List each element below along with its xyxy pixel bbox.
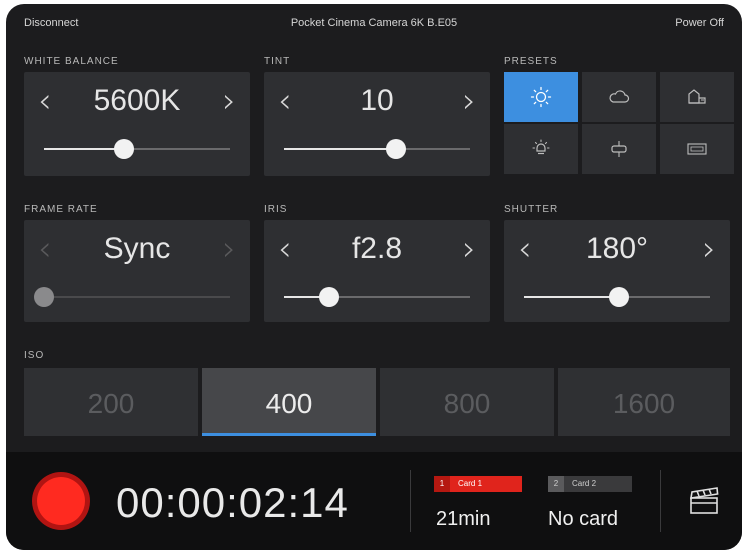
card1-number: 1 <box>434 476 450 492</box>
shade-icon <box>688 89 706 104</box>
white-balance-slider[interactable] <box>44 139 230 159</box>
preset-daylight-button[interactable] <box>504 72 578 122</box>
shutter-label: SHUTTER <box>504 204 559 215</box>
card2-name: Card 2 <box>572 479 597 488</box>
sun-icon <box>530 86 552 108</box>
iris-label: IRIS <box>264 204 288 215</box>
record-button[interactable] <box>32 472 90 530</box>
divider <box>660 470 661 532</box>
tungsten-icon <box>532 139 550 155</box>
frame-rate-label: FRAME RATE <box>24 204 98 215</box>
fluorescent-icon <box>611 141 627 157</box>
iso-option-label: 200 <box>87 388 135 419</box>
preset-shade-button[interactable] <box>660 72 734 122</box>
iris-value: f2.8 <box>351 232 403 265</box>
tint-slider-knob[interactable] <box>385 139 406 159</box>
shutter-slider-fill <box>524 296 619 298</box>
shutter-value: 180° <box>585 232 649 265</box>
iso-option-label: 1600 <box>612 388 676 419</box>
white-balance-panel: ‹ 5600K › <box>24 72 250 176</box>
card1-name: Card 1 <box>458 479 483 488</box>
iso-selected-indicator <box>202 433 376 436</box>
presets-label: PRESETS <box>504 56 558 67</box>
shutter-slider-knob[interactable] <box>608 287 629 307</box>
iso-option-200[interactable]: 200 <box>24 368 198 436</box>
card2-badge: 2 Card 2 <box>548 476 632 492</box>
iris-panel: ‹ f2.8 › <box>264 220 490 322</box>
shutter-slider[interactable] <box>524 287 710 307</box>
frame-rate-slider-knob[interactable] <box>34 287 54 307</box>
cloud-icon <box>609 90 630 103</box>
frame-rate-value: Sync <box>103 232 171 265</box>
iso-label: ISO <box>24 350 45 361</box>
tint-panel: ‹ 10 › <box>264 72 490 176</box>
white-balance-value: 5600K <box>93 84 181 117</box>
preset-custom-button[interactable] <box>660 124 734 174</box>
custom-wb-icon <box>687 143 707 155</box>
card2-number: 2 <box>548 476 564 492</box>
white-balance-label: WHITE BALANCE <box>24 56 119 67</box>
preset-tungsten-button[interactable] <box>504 124 578 174</box>
card1-badge: 1 Card 1 <box>434 476 522 492</box>
preset-cloudy-button[interactable] <box>582 72 656 122</box>
divider <box>410 470 411 532</box>
iso-option-label: 400 <box>265 388 313 419</box>
tint-value: 10 <box>360 84 394 117</box>
card1-remaining: 21min <box>436 508 491 530</box>
iris-increase-button[interactable]: › <box>462 232 476 266</box>
iso-option-label: 800 <box>443 388 491 419</box>
tint-increase-button[interactable]: › <box>462 84 476 118</box>
iso-option-1600[interactable]: 1600 <box>558 368 730 436</box>
white-balance-slider-fill <box>44 148 124 150</box>
shutter-increase-button[interactable]: › <box>702 232 716 266</box>
iris-slider[interactable] <box>284 287 470 307</box>
frame-rate-panel: ‹ Sync › <box>24 220 250 322</box>
power-off-button[interactable]: Power Off <box>675 17 724 29</box>
tint-slider[interactable] <box>284 139 470 159</box>
iso-option-800[interactable]: 800 <box>380 368 554 436</box>
timecode-display: 00:00:02:14 <box>116 479 349 526</box>
tint-slider-fill <box>284 148 396 150</box>
top-bar: Disconnect Pocket Cinema Camera 6K B.E05… <box>6 4 742 42</box>
iso-option-400[interactable]: 400 <box>202 368 376 436</box>
white-balance-increase-button[interactable]: › <box>222 84 236 118</box>
frame-rate-increase-button[interactable]: › <box>222 232 236 266</box>
preset-fluorescent-button[interactable] <box>582 124 656 174</box>
iris-slider-knob[interactable] <box>318 287 339 307</box>
frame-rate-slider[interactable] <box>34 287 230 307</box>
clapperboard-icon[interactable] <box>688 486 720 516</box>
camera-control-screen: Disconnect Pocket Cinema Camera 6K B.E05… <box>6 4 742 550</box>
camera-name: Pocket Cinema Camera 6K B.E05 <box>290 17 458 29</box>
shutter-panel: ‹ 180° › <box>504 220 730 322</box>
white-balance-slider-knob[interactable] <box>113 139 134 159</box>
card2-status: No card <box>548 508 619 530</box>
tint-label: TINT <box>264 56 291 67</box>
status-bar: 00:00:02:14 1 Card 1 21min 2 Card 2 No car… <box>6 452 742 550</box>
